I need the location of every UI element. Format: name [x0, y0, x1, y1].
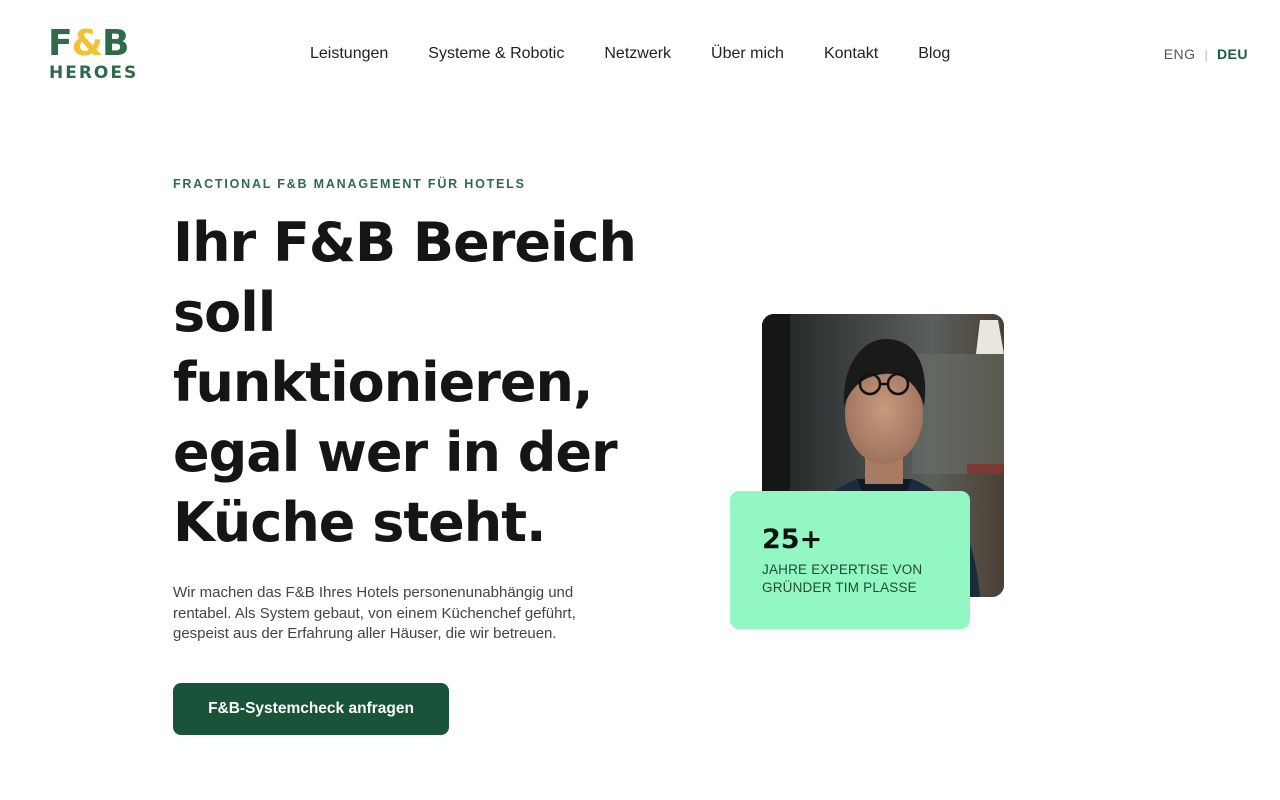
language-divider: |	[1204, 46, 1208, 62]
logo-subtitle: HEROES	[49, 63, 139, 83]
nav-item-kontakt[interactable]: Kontakt	[824, 45, 878, 63]
brand-logo[interactable]: F&B HEROES	[48, 23, 148, 84]
hero-headline: Ihr F&B Bereich soll funktionieren, egal…	[173, 211, 637, 554]
experience-stat-card: 25+ Jahre Expertise von Gründer Tim Plas…	[730, 491, 970, 629]
language-switcher: ENG | DEU	[1164, 46, 1248, 62]
main-navigation: Leistungen Systeme & Robotic Netzwerk Üb…	[290, 44, 970, 64]
nav-item-blog[interactable]: Blog	[918, 45, 950, 63]
nav-item-ueber-mich[interactable]: Über mich	[711, 45, 784, 63]
nav-item-leistungen[interactable]: Leistungen	[310, 45, 388, 63]
nav-item-systeme-robotic[interactable]: Systeme & Robotic	[428, 45, 564, 63]
hero-lead-text: Wir machen das F&B Ihres Hotels personen…	[173, 584, 576, 642]
experience-stat-value: 25+	[762, 524, 823, 555]
language-option-deu[interactable]: DEU	[1217, 46, 1248, 62]
language-option-eng[interactable]: ENG	[1164, 46, 1196, 62]
systemcheck-request-button[interactable]: F&B-Systemcheck anfragen	[173, 683, 449, 735]
nav-item-netzwerk[interactable]: Netzwerk	[604, 45, 671, 63]
experience-stat-label: Jahre Expertise von Gründer Tim Plasse	[762, 562, 923, 595]
hero-eyebrow: FRACTIONAL F&B MANAGEMENT FÜR HOTELS	[173, 177, 526, 191]
logo-wordmark: F&B	[48, 23, 129, 64]
